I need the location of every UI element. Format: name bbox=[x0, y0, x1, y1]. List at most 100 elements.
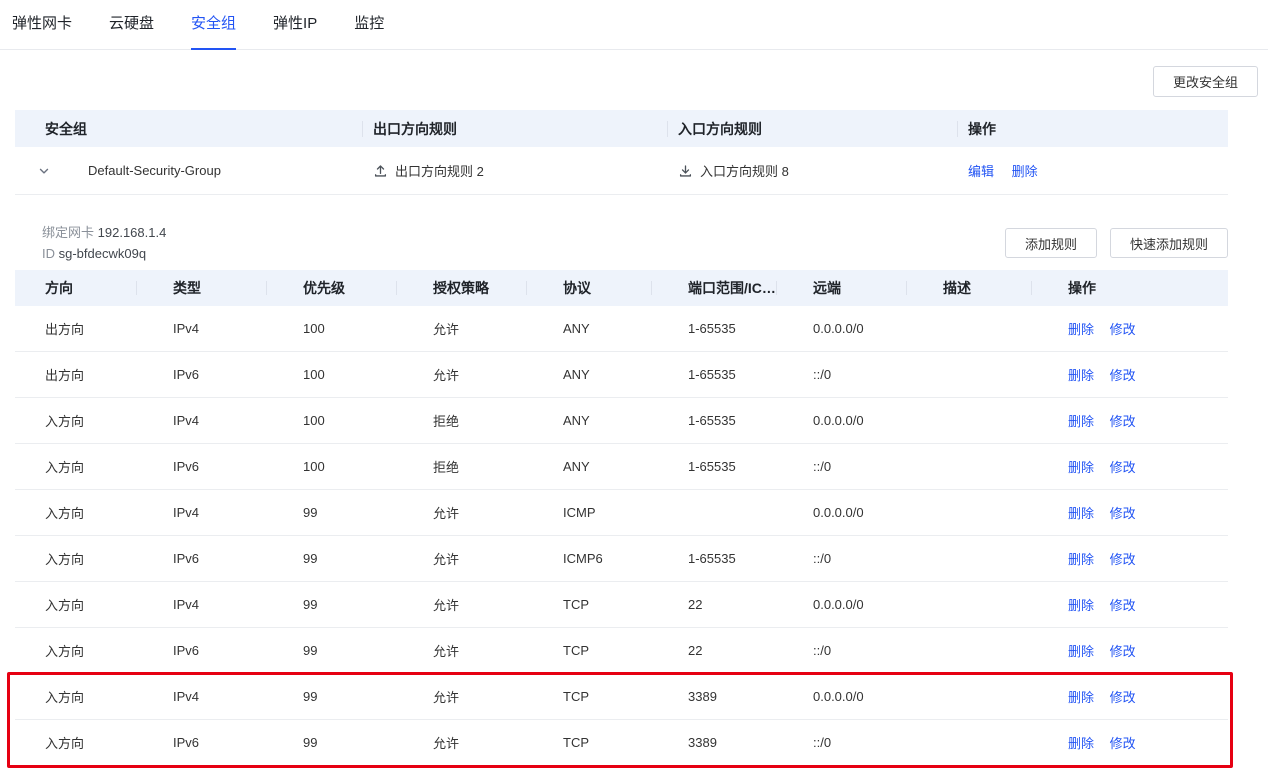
rule-delete-link[interactable]: 删除 bbox=[1068, 460, 1094, 475]
rule-port-range-cell: 3389 bbox=[658, 689, 783, 704]
rule-row: 入方向 IPv6 99 允许 TCP 3389 ::/0 删除 修改 bbox=[15, 720, 1228, 766]
rule-policy-cell: 允许 bbox=[403, 687, 533, 706]
rule-modify-link[interactable]: 修改 bbox=[1110, 644, 1136, 659]
rule-operations-cell: 删除 修改 bbox=[1038, 365, 1228, 384]
rule-policy-cell: 拒绝 bbox=[403, 411, 533, 430]
rule-modify-link[interactable]: 修改 bbox=[1110, 506, 1136, 521]
rule-delete-link[interactable]: 删除 bbox=[1068, 644, 1094, 659]
rule-remote-cell: 0.0.0.0/0 bbox=[783, 321, 913, 336]
rule-delete-link[interactable]: 删除 bbox=[1068, 690, 1094, 705]
rule-row: 入方向 IPv4 99 允许 ICMP 0.0.0.0/0 删除 修改 bbox=[15, 490, 1228, 536]
rule-policy-cell: 允许 bbox=[403, 595, 533, 614]
rule-port-range-cell: 1-65535 bbox=[658, 459, 783, 474]
rule-operations-cell: 删除 修改 bbox=[1038, 733, 1228, 752]
rule-port-range-cell: 1-65535 bbox=[658, 367, 783, 382]
rule-operations-cell: 删除 修改 bbox=[1038, 549, 1228, 568]
rule-priority-cell: 100 bbox=[273, 367, 403, 382]
rule-delete-link[interactable]: 删除 bbox=[1068, 322, 1094, 337]
rule-delete-link[interactable]: 删除 bbox=[1068, 552, 1094, 567]
tab-bar: 弹性网卡 云硬盘 安全组 弹性IP 监控 bbox=[0, 0, 1268, 50]
rule-port-range-cell: 1-65535 bbox=[658, 551, 783, 566]
rule-delete-link[interactable]: 删除 bbox=[1068, 598, 1094, 613]
header-priority: 优先级 bbox=[273, 278, 403, 298]
rule-delete-link[interactable]: 删除 bbox=[1068, 414, 1094, 429]
tab-label: 安全组 bbox=[191, 15, 236, 32]
rule-modify-link[interactable]: 修改 bbox=[1110, 322, 1136, 337]
rule-modify-link[interactable]: 修改 bbox=[1110, 414, 1136, 429]
rule-port-range-cell: 3389 bbox=[658, 735, 783, 750]
rule-modify-link[interactable]: 修改 bbox=[1110, 598, 1136, 613]
security-group-name-cell: Default-Security-Group bbox=[15, 163, 373, 178]
tab-label: 监控 bbox=[354, 15, 384, 32]
outbound-arrow-icon bbox=[373, 163, 388, 178]
rule-delete-link[interactable]: 删除 bbox=[1068, 506, 1094, 521]
rule-operations-cell: 删除 修改 bbox=[1038, 503, 1228, 522]
change-security-group-button[interactable]: 更改安全组 bbox=[1153, 66, 1258, 97]
header-type: 类型 bbox=[143, 278, 273, 298]
rule-remote-cell: ::/0 bbox=[783, 367, 913, 382]
rule-modify-link[interactable]: 修改 bbox=[1110, 368, 1136, 383]
rule-delete-link[interactable]: 删除 bbox=[1068, 368, 1094, 383]
rule-priority-cell: 99 bbox=[273, 689, 403, 704]
rule-modify-link[interactable]: 修改 bbox=[1110, 690, 1136, 705]
tab-label: 弹性网卡 bbox=[12, 15, 72, 32]
rule-protocol-cell: ANY bbox=[533, 413, 658, 428]
rule-priority-cell: 100 bbox=[273, 413, 403, 428]
rule-direction-cell: 入方向 bbox=[15, 411, 143, 430]
rule-priority-cell: 99 bbox=[273, 551, 403, 566]
rule-type-cell: IPv4 bbox=[143, 505, 273, 520]
chevron-down-icon[interactable] bbox=[37, 164, 51, 178]
bound-nic-value: 192.168.1.4 bbox=[98, 225, 167, 240]
outbound-rules-text: 出口方向规则 2 bbox=[395, 161, 484, 180]
rule-operations-cell: 删除 修改 bbox=[1038, 641, 1228, 660]
rule-remote-cell: 0.0.0.0/0 bbox=[783, 505, 913, 520]
rule-row: 入方向 IPv6 99 允许 ICMP6 1-65535 ::/0 删除 修改 bbox=[15, 536, 1228, 582]
rule-type-cell: IPv4 bbox=[143, 413, 273, 428]
detail-meta: 绑定网卡 192.168.1.4 ID sg-bfdecwk09q bbox=[15, 222, 166, 264]
rule-direction-cell: 入方向 bbox=[15, 457, 143, 476]
rule-remote-cell: ::/0 bbox=[783, 735, 913, 750]
rule-operations-cell: 删除 修改 bbox=[1038, 319, 1228, 338]
rule-delete-link[interactable]: 删除 bbox=[1068, 736, 1094, 751]
rule-type-cell: IPv4 bbox=[143, 689, 273, 704]
rule-row: 出方向 IPv6 100 允许 ANY 1-65535 ::/0 删除 修改 bbox=[15, 352, 1228, 398]
rule-type-cell: IPv6 bbox=[143, 735, 273, 750]
edit-security-group-link[interactable]: 编辑 bbox=[968, 164, 994, 179]
outbound-rules-cell: 出口方向规则 2 bbox=[373, 161, 678, 180]
rule-protocol-cell: TCP bbox=[533, 735, 658, 750]
rule-type-cell: IPv6 bbox=[143, 459, 273, 474]
quick-add-rule-button[interactable]: 快速添加规则 bbox=[1110, 228, 1228, 258]
rule-remote-cell: 0.0.0.0/0 bbox=[783, 413, 913, 428]
rule-direction-cell: 入方向 bbox=[15, 687, 143, 706]
rule-modify-link[interactable]: 修改 bbox=[1110, 552, 1136, 567]
tab-cloud-disk[interactable]: 云硬盘 bbox=[109, 0, 154, 50]
rule-protocol-cell: ICMP bbox=[533, 505, 658, 520]
rule-priority-cell: 99 bbox=[273, 643, 403, 658]
rule-type-cell: IPv6 bbox=[143, 643, 273, 658]
rule-protocol-cell: ANY bbox=[533, 367, 658, 382]
rule-policy-cell: 允许 bbox=[403, 733, 533, 752]
rule-modify-link[interactable]: 修改 bbox=[1110, 460, 1136, 475]
rule-protocol-cell: ANY bbox=[533, 321, 658, 336]
tab-elastic-ip[interactable]: 弹性IP bbox=[273, 0, 317, 50]
rules-body: 出方向 IPv4 100 允许 ANY 1-65535 0.0.0.0/0 删除… bbox=[15, 306, 1228, 766]
delete-security-group-link[interactable]: 删除 bbox=[1012, 164, 1038, 179]
rule-policy-cell: 允许 bbox=[403, 641, 533, 660]
tab-security-group[interactable]: 安全组 bbox=[191, 0, 236, 50]
rule-protocol-cell: ANY bbox=[533, 459, 658, 474]
rule-policy-cell: 允许 bbox=[403, 549, 533, 568]
rule-remote-cell: ::/0 bbox=[783, 459, 913, 474]
add-rule-button[interactable]: 添加规则 bbox=[1005, 228, 1097, 258]
tab-monitoring[interactable]: 监控 bbox=[354, 0, 384, 50]
rule-operations-cell: 删除 修改 bbox=[1038, 411, 1228, 430]
tab-elastic-nic[interactable]: 弹性网卡 bbox=[12, 0, 72, 50]
rule-type-cell: IPv6 bbox=[143, 367, 273, 382]
rule-priority-cell: 99 bbox=[273, 505, 403, 520]
rule-policy-cell: 允许 bbox=[403, 365, 533, 384]
rule-modify-link[interactable]: 修改 bbox=[1110, 736, 1136, 751]
rule-priority-cell: 99 bbox=[273, 735, 403, 750]
header-port-range: 端口范围/ICM... bbox=[658, 278, 783, 298]
rule-policy-cell: 允许 bbox=[403, 319, 533, 338]
rule-protocol-cell: ICMP6 bbox=[533, 551, 658, 566]
rule-row: 入方向 IPv4 100 拒绝 ANY 1-65535 0.0.0.0/0 删除… bbox=[15, 398, 1228, 444]
